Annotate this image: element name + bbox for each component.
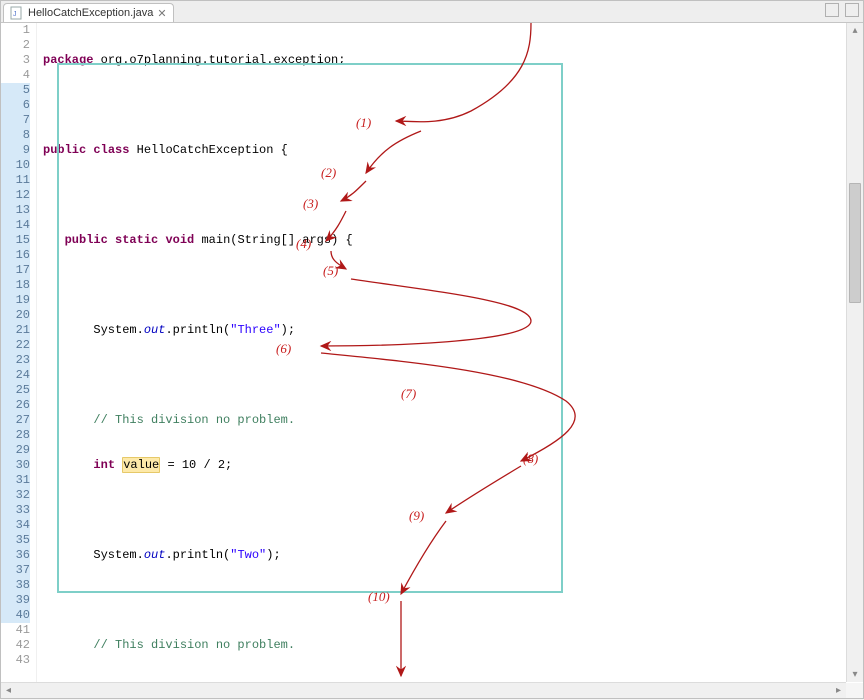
line-number: 4 (1, 68, 30, 83)
annotation-6: (6) (276, 341, 291, 357)
line-number: 11 (1, 173, 30, 188)
line-number: 42 (1, 638, 30, 653)
annotation-3: (3) (303, 196, 318, 212)
line-number: 41 (1, 623, 30, 638)
minimize-icon[interactable] (825, 3, 839, 17)
line-number: 28 (1, 428, 30, 443)
line-number: 19 (1, 293, 30, 308)
line-number: 26 (1, 398, 30, 413)
annotation-10: (10) (368, 589, 390, 605)
annotation-8: (8) (523, 451, 538, 467)
svg-text:J: J (13, 11, 17, 18)
line-number: 24 (1, 368, 30, 383)
scroll-down-icon[interactable]: ▾ (847, 667, 863, 682)
horizontal-scrollbar[interactable]: ◂ ▸ (1, 682, 846, 698)
tab-bar: J HelloCatchException.java ✕ (1, 1, 863, 23)
line-number: 20 (1, 308, 30, 323)
line-number: 13 (1, 203, 30, 218)
file-tab-label: HelloCatchException.java (28, 7, 153, 19)
line-number: 6 (1, 98, 30, 113)
line-number: 10 (1, 158, 30, 173)
line-number: 37 (1, 563, 30, 578)
line-number: 7 (1, 113, 30, 128)
line-number: 23 (1, 353, 30, 368)
line-number: 8 (1, 128, 30, 143)
line-number: 22 (1, 338, 30, 353)
editor: 1234567891011121314151617181920212223242… (1, 23, 863, 683)
line-number: 27 (1, 413, 30, 428)
line-number: 32 (1, 488, 30, 503)
line-number: 16 (1, 248, 30, 263)
line-number: 3 (1, 53, 30, 68)
line-number: 36 (1, 548, 30, 563)
code-area[interactable]: package org.o7planning.tutorial.exceptio… (37, 23, 863, 683)
annotation-7: (7) (401, 386, 416, 402)
annotation-1: (1) (356, 115, 371, 131)
close-icon[interactable]: ✕ (157, 7, 166, 20)
line-number: 25 (1, 383, 30, 398)
line-number: 31 (1, 473, 30, 488)
line-number: 39 (1, 593, 30, 608)
line-number: 40 (1, 608, 30, 623)
line-number: 9 (1, 143, 30, 158)
scroll-right-icon[interactable]: ▸ (831, 683, 846, 699)
scroll-left-icon[interactable]: ◂ (1, 683, 16, 699)
line-number: 17 (1, 263, 30, 278)
line-number: 38 (1, 578, 30, 593)
vertical-scrollbar[interactable]: ▴ ▾ (846, 23, 863, 682)
line-number: 35 (1, 533, 30, 548)
line-number: 14 (1, 218, 30, 233)
line-number: 30 (1, 458, 30, 473)
line-number: 1 (1, 23, 30, 38)
line-number: 15 (1, 233, 30, 248)
line-number: 12 (1, 188, 30, 203)
scroll-thumb[interactable] (849, 183, 861, 303)
line-number: 21 (1, 323, 30, 338)
scroll-up-icon[interactable]: ▴ (847, 23, 863, 38)
annotation-2: (2) (321, 165, 336, 181)
annotation-5: (5) (323, 263, 338, 279)
line-number: 2 (1, 38, 30, 53)
file-tab[interactable]: J HelloCatchException.java ✕ (3, 3, 174, 22)
line-number: 43 (1, 653, 30, 668)
line-number: 29 (1, 443, 30, 458)
annotation-9: (9) (409, 508, 424, 524)
java-file-icon: J (10, 6, 24, 20)
line-number: 18 (1, 278, 30, 293)
annotation-4: (4) (296, 236, 311, 252)
maximize-icon[interactable] (845, 3, 859, 17)
line-number: 34 (1, 518, 30, 533)
line-number: 33 (1, 503, 30, 518)
line-number: 5 (1, 83, 30, 98)
line-number-gutter: 1234567891011121314151617181920212223242… (1, 23, 37, 683)
